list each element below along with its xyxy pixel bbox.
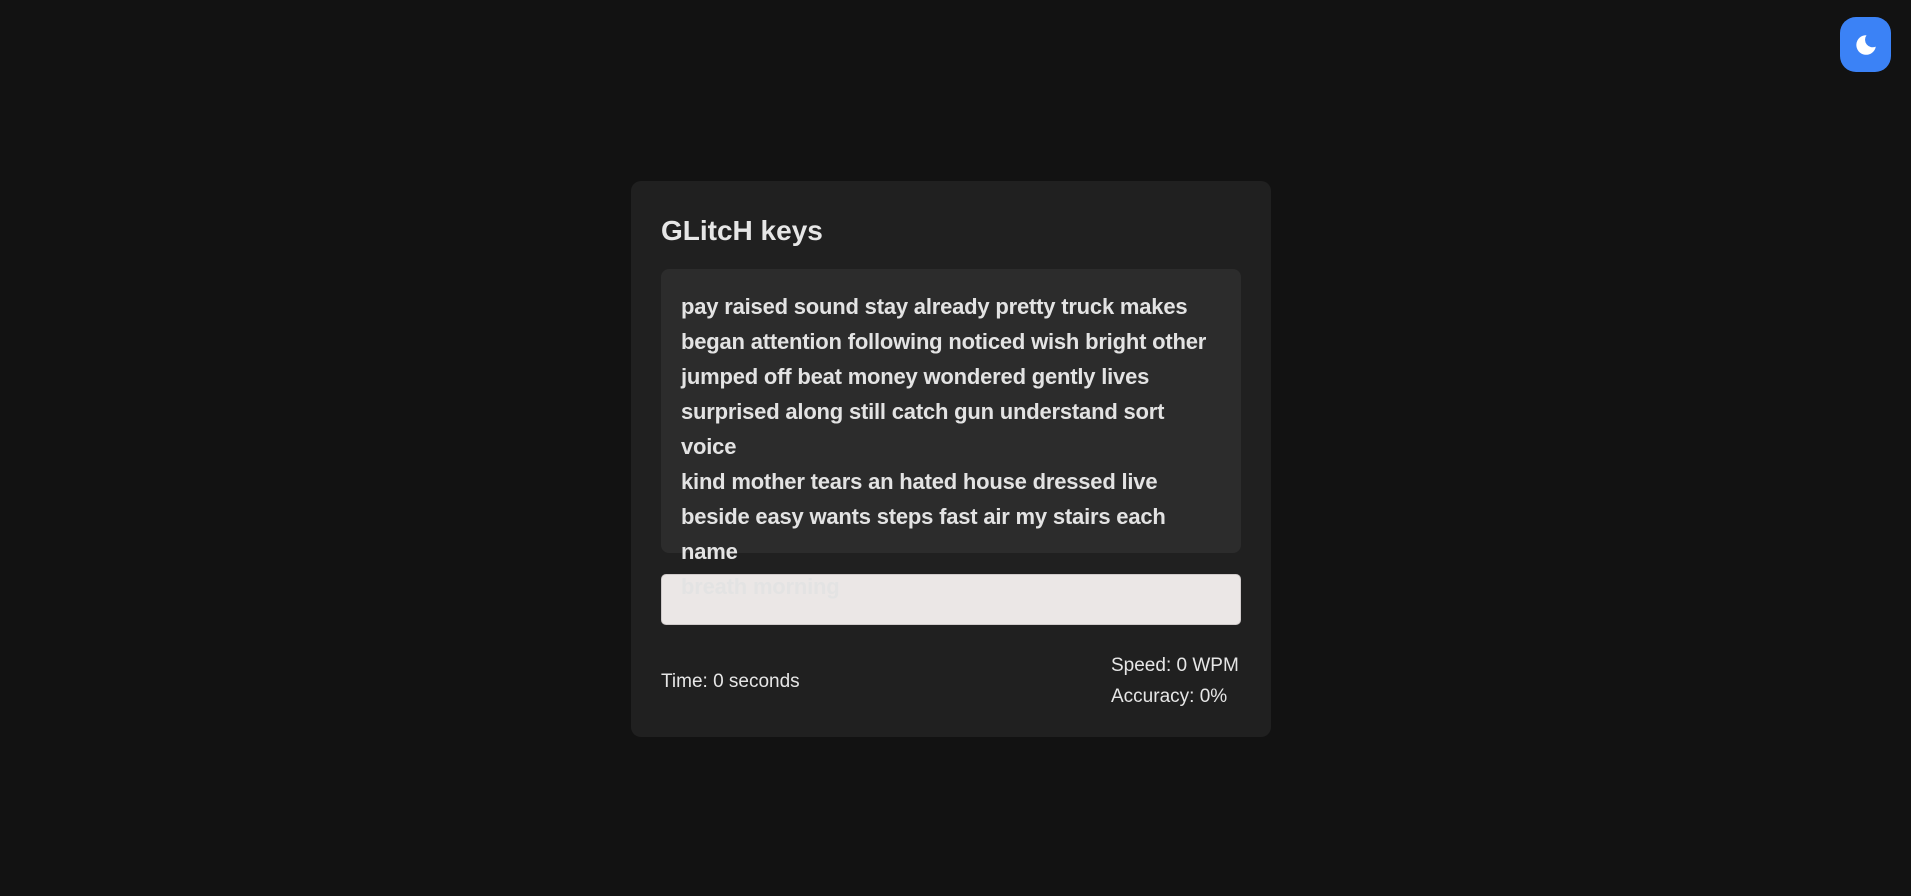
stats-bar: Time: 0 seconds Speed: 0 WPM Accuracy: 0… [661, 650, 1241, 712]
accuracy-stat: Accuracy: 0% [1111, 686, 1228, 707]
app-title: GLitcH keys [661, 215, 823, 246]
theme-toggle-button[interactable] [1840, 17, 1891, 72]
passage-text: pay raised sound stay already pretty tru… [661, 269, 1241, 599]
passage-line: beside easy wants steps fast air my stai… [681, 504, 1166, 564]
passage-line: pay raised sound stay already pretty tru… [681, 294, 1188, 319]
passage-line: jumped off beat money wondered gently li… [681, 364, 1150, 389]
typing-test-card: GLitcH keys pay raised sound stay alread… [631, 181, 1271, 737]
passage-line: kind mother tears an hated house dressed… [681, 469, 1158, 494]
speed-stat: Speed: 0 WPM [1111, 655, 1239, 676]
passage-line: surprised along still catch gun understa… [681, 399, 1165, 459]
result-stats: Speed: 0 WPM Accuracy: 0% [1111, 650, 1241, 712]
time-stat: Time: 0 seconds [661, 670, 800, 692]
passage-line: began attention following noticed wish b… [681, 329, 1207, 354]
moon-icon [1854, 33, 1878, 57]
